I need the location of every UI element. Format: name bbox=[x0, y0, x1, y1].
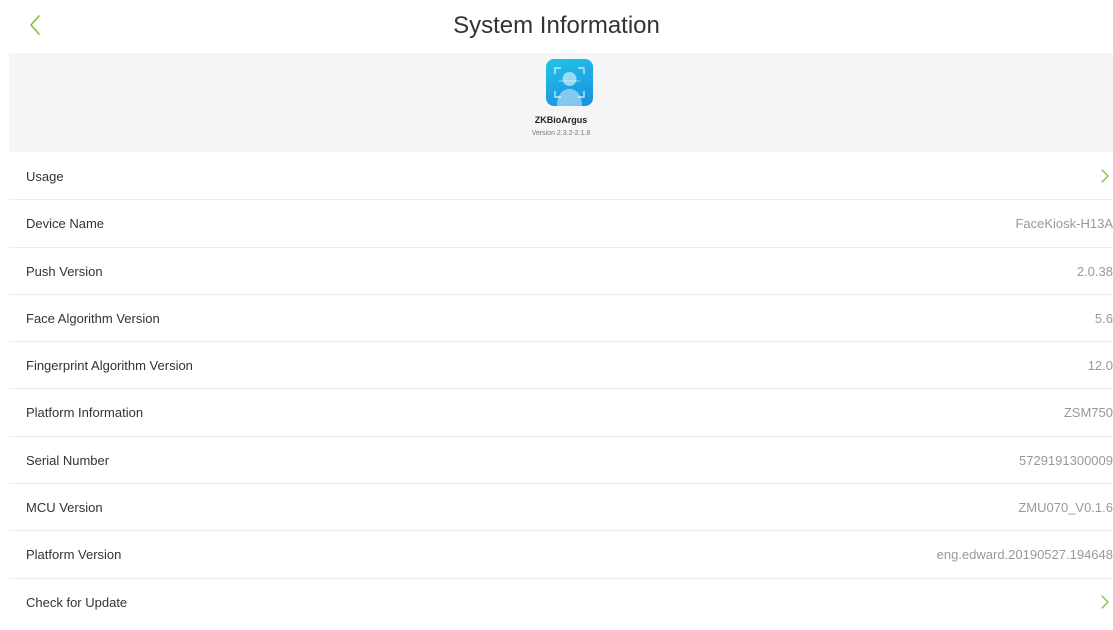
row-value: 5.6 bbox=[1094, 310, 1113, 326]
row-label: Fingerprint Algorithm Version bbox=[26, 358, 193, 374]
row-label: Face Algorithm Version bbox=[26, 310, 160, 326]
row-label: Usage bbox=[26, 169, 64, 184]
app-name: ZKBioArgus bbox=[534, 115, 588, 125]
chevron-right-icon bbox=[1101, 595, 1109, 609]
push-version-row: Push Version 2.0.38 bbox=[9, 248, 1113, 295]
row-label: Push Version bbox=[26, 263, 103, 279]
usage-row[interactable]: Usage bbox=[9, 153, 1113, 201]
row-value: 12.0 bbox=[1087, 358, 1113, 374]
row-value: 5729191300009 bbox=[1019, 452, 1113, 468]
mcu-version-row: MCU Version ZMU070_V0.1.6 bbox=[9, 484, 1113, 532]
top-bar: System Information bbox=[0, 0, 1113, 52]
system-information-screen: System Information ZKBioArgus Version 2.… bbox=[0, 0, 1113, 630]
row-value: ZSM750 bbox=[1063, 405, 1113, 421]
app-version: Version 2.3.2-2.1.8 bbox=[531, 130, 591, 137]
platform-version-row: Platform Version eng.edward.20190527.194… bbox=[9, 531, 1113, 579]
page-title: System Information bbox=[453, 12, 660, 39]
row-label: Check for Update bbox=[26, 594, 128, 610]
check-for-update-row[interactable]: Check for Update bbox=[9, 579, 1113, 626]
row-label: MCU Version bbox=[26, 500, 103, 516]
face-scan-icon bbox=[546, 59, 593, 106]
row-label: Serial Number bbox=[26, 452, 110, 468]
face-algorithm-version-row: Face Algorithm Version 5.6 bbox=[9, 295, 1113, 343]
row-label: Platform Information bbox=[26, 405, 144, 421]
row-label: Platform Version bbox=[26, 547, 122, 563]
row-value: 2.0.38 bbox=[1076, 263, 1113, 279]
row-label: Device Name bbox=[26, 216, 105, 232]
info-list: Usage Device Name FaceKiosk-H13A Push Ve… bbox=[9, 153, 1113, 626]
fingerprint-algorithm-version-row: Fingerprint Algorithm Version 12.0 bbox=[9, 342, 1113, 390]
chevron-right-icon bbox=[1101, 169, 1109, 183]
row-value: eng.edward.20190527.194648 bbox=[936, 547, 1113, 563]
device-name-row: Device Name FaceKiosk-H13A bbox=[9, 200, 1113, 248]
row-value: ZMU070_V0.1.6 bbox=[1018, 500, 1113, 516]
row-value: FaceKiosk-H13A bbox=[1015, 216, 1113, 232]
platform-information-row: Platform Information ZSM750 bbox=[9, 389, 1113, 437]
serial-number-row: Serial Number 5729191300009 bbox=[9, 437, 1113, 485]
app-info-panel: ZKBioArgus Version 2.3.2-2.1.8 bbox=[9, 53, 1113, 152]
